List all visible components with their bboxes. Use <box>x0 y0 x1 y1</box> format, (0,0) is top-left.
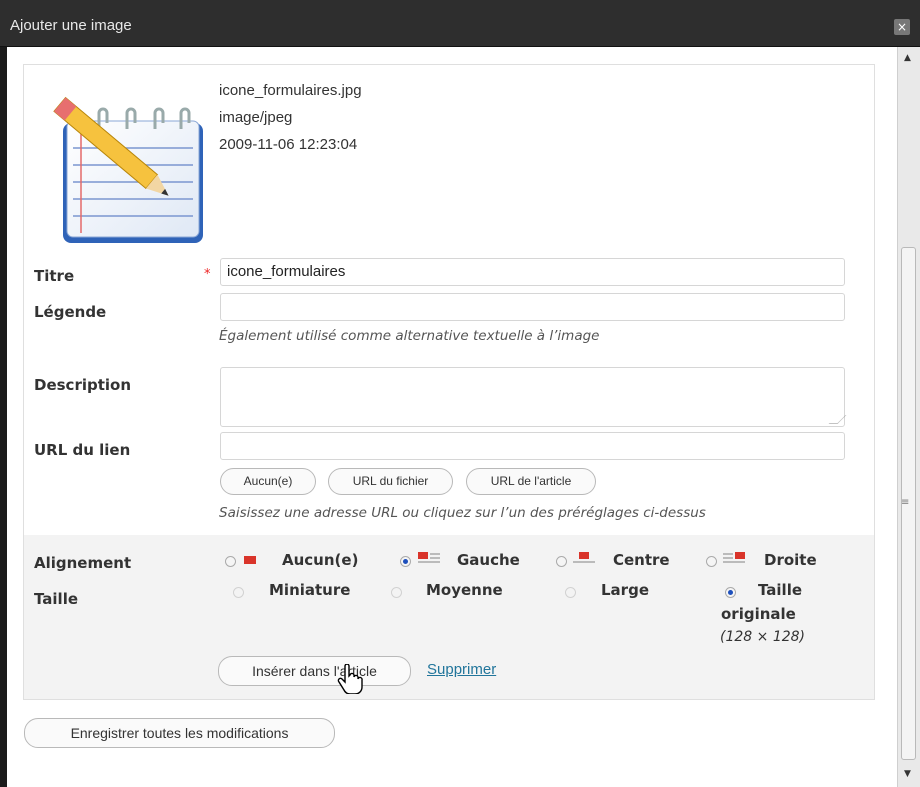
description-label: Description <box>34 376 132 394</box>
align-right-icon <box>723 552 745 563</box>
delete-link[interactable]: Supprimer <box>427 661 496 678</box>
align-none-radio[interactable] <box>225 556 236 567</box>
align-left-icon <box>418 552 440 563</box>
dialog-titlebar: Ajouter une image × <box>0 0 920 47</box>
caption-input[interactable] <box>220 293 845 321</box>
file-info: icone_formulaires.jpg image/jpeg 2009-11… <box>219 77 362 158</box>
url-help: Saisissez une adresse URL ou cliquez sur… <box>219 505 706 521</box>
align-center-icon <box>573 552 595 563</box>
size-medium-radio[interactable] <box>391 587 402 598</box>
save-all-button[interactable]: Enregistrer toutes les modifications <box>24 718 335 748</box>
dialog-title: Ajouter une image <box>10 17 132 34</box>
align-left-radio[interactable] <box>400 556 411 567</box>
caption-help: Également utilisé comme alternative text… <box>219 328 600 344</box>
align-none-icon <box>244 556 256 564</box>
close-icon[interactable]: × <box>894 19 910 35</box>
scroll-down-icon[interactable]: ▼ <box>904 769 911 779</box>
size-thumbnail-label[interactable]: Miniature <box>269 581 350 599</box>
url-label: URL du lien <box>34 441 131 459</box>
url-file-button[interactable]: URL du fichier <box>328 468 453 495</box>
resize-handle-icon[interactable] <box>828 415 847 424</box>
size-large-radio[interactable] <box>565 587 576 598</box>
scroll-grip-icon: ≡ <box>901 497 910 508</box>
size-label: Taille <box>34 590 79 608</box>
align-right-label[interactable]: Droite <box>764 551 817 569</box>
vertical-scrollbar[interactable]: ▲ ≡ ▼ <box>897 47 920 787</box>
title-input[interactable]: icone_formulaires <box>220 258 845 286</box>
url-input[interactable] <box>220 432 845 460</box>
align-center-label[interactable]: Centre <box>613 551 670 569</box>
size-large-label[interactable]: Large <box>601 581 649 599</box>
hand-cursor-icon <box>337 664 363 694</box>
title-label: Titre <box>34 267 75 285</box>
size-medium-label[interactable]: Moyenne <box>426 581 503 599</box>
align-right-radio[interactable] <box>706 556 717 567</box>
align-center-radio[interactable] <box>556 556 567 567</box>
required-mark: * <box>204 267 211 282</box>
size-full-label-line2[interactable]: originale <box>721 605 796 623</box>
url-none-button[interactable]: Aucun(e) <box>220 468 316 495</box>
size-full-label-line1[interactable]: Taille <box>758 581 802 599</box>
size-full-dimensions: (128 × 128) <box>720 629 805 645</box>
size-full-radio[interactable] <box>725 587 736 598</box>
alignment-label: Alignement <box>34 554 132 572</box>
size-thumbnail-radio[interactable] <box>233 587 244 598</box>
url-post-button[interactable]: URL de l'article <box>466 468 596 495</box>
align-none-label[interactable]: Aucun(e) <box>282 551 358 569</box>
caption-label: Légende <box>34 303 107 321</box>
description-textarea[interactable] <box>220 367 847 427</box>
file-name: icone_formulaires.jpg <box>219 82 362 99</box>
align-left-label[interactable]: Gauche <box>457 551 520 569</box>
file-mime: image/jpeg <box>219 109 293 126</box>
notepad-pencil-icon <box>53 96 203 243</box>
dialog-content: icone_formulaires.jpg image/jpeg 2009-11… <box>7 47 897 787</box>
scroll-up-icon[interactable]: ▲ <box>904 53 911 63</box>
insert-into-post-button[interactable]: Insérer dans l'article <box>218 656 411 686</box>
file-date: 2009-11-06 12:23:04 <box>219 136 358 153</box>
